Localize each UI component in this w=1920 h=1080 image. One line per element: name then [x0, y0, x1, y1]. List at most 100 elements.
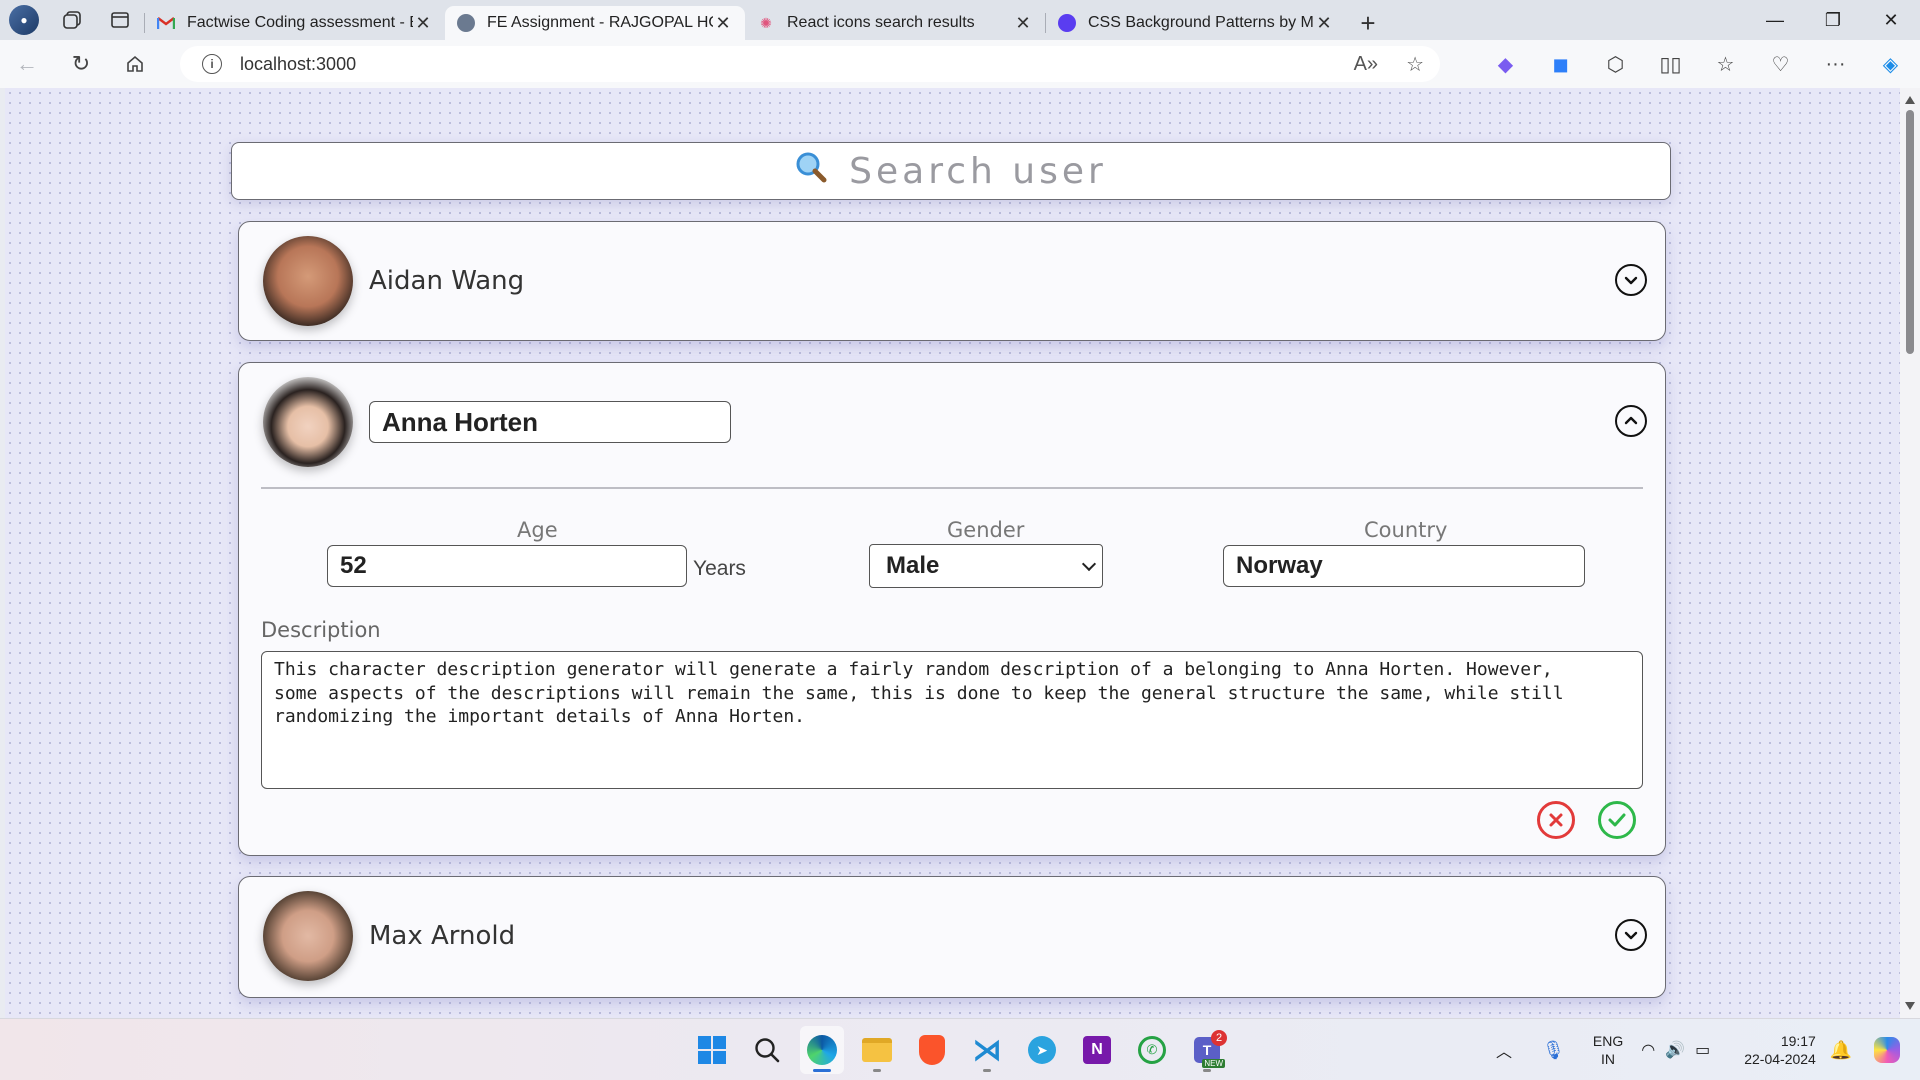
taskbar-apps: ⋊ ➤ N ✆ T 2 NEW: [690, 1019, 1229, 1080]
running-indicator: [983, 1069, 991, 1072]
favorites-icon[interactable]: ☆: [1698, 52, 1753, 77]
favorite-star-icon[interactable]: ☆: [1406, 52, 1424, 77]
close-tab-icon[interactable]: ✕: [713, 13, 733, 34]
page-scrollbar[interactable]: [1900, 88, 1920, 1018]
react-icon: ✺: [760, 14, 772, 31]
telegram-icon: ➤: [1028, 1036, 1056, 1064]
age-input[interactable]: 52: [327, 545, 687, 587]
microphone-icon[interactable]: 🎙: [1542, 1040, 1565, 1061]
tab-css-patterns[interactable]: CSS Background Patterns by Ma ✕: [1046, 6, 1346, 40]
teams-new-tag: NEW: [1202, 1059, 1225, 1068]
scroll-up-arrow-icon[interactable]: [1905, 96, 1915, 104]
time: 19:17: [1780, 1033, 1816, 1049]
running-indicator: [1203, 1069, 1211, 1072]
clock[interactable]: 19:17 22-04-2024: [1744, 1032, 1816, 1068]
copilot-taskbar-icon[interactable]: [1874, 1037, 1901, 1063]
search-icon: [795, 151, 827, 191]
vertical-tabs-button[interactable]: [96, 0, 144, 40]
scroll-down-arrow-icon[interactable]: [1905, 1002, 1915, 1010]
brave-app[interactable]: [910, 1026, 954, 1074]
new-tab-button[interactable]: +: [1346, 6, 1390, 40]
onenote-icon: N: [1083, 1036, 1111, 1064]
whatsapp-app[interactable]: ✆: [1130, 1026, 1174, 1074]
file-explorer-app[interactable]: [855, 1026, 899, 1074]
active-indicator: [813, 1069, 831, 1072]
close-tab-icon[interactable]: ✕: [1013, 13, 1033, 34]
gmail-icon: [157, 14, 175, 32]
address-bar[interactable]: i localhost:3000 A» ☆: [180, 46, 1440, 82]
browser-essentials-icon[interactable]: ♡: [1753, 52, 1808, 77]
check-circle-icon: [1608, 813, 1626, 827]
tab-react-icons[interactable]: ✺ React icons search results ✕: [745, 6, 1045, 40]
edge-app[interactable]: [800, 1026, 844, 1074]
vscode-icon: ⋊: [972, 1033, 1002, 1067]
copilot-icon[interactable]: ◈: [1863, 52, 1918, 77]
search-placeholder: Search user: [849, 150, 1107, 192]
country-input[interactable]: Norway: [1223, 545, 1585, 587]
age-label: Age: [517, 518, 558, 542]
vscode-app[interactable]: ⋊: [965, 1026, 1009, 1074]
expand-chevron-button[interactable]: [1615, 919, 1647, 951]
cancel-button[interactable]: [1537, 801, 1575, 839]
notifications-bell-icon[interactable]: 🔔: [1830, 1040, 1852, 1061]
windows-taskbar: ⋊ ➤ N ✆ T 2 NEW ︿ 🎙 ENG IN ◠ 🔊 ▭ 19:17 2…: [0, 1018, 1920, 1080]
expand-chevron-button[interactable]: [1615, 264, 1647, 296]
back-button[interactable]: ←: [0, 40, 54, 88]
name-input-value: Anna Horten: [382, 406, 538, 437]
chevron-up-icon: [1624, 416, 1638, 425]
refresh-button[interactable]: ↻: [54, 40, 108, 88]
window-controls: — ❐ ✕: [1746, 0, 1920, 40]
description-textarea[interactable]: This character description generator wil…: [261, 651, 1643, 789]
name-input[interactable]: Anna Horten: [369, 401, 731, 443]
tab-fe-assignment[interactable]: FE Assignment - RAJGOPAL HOT/ ✕: [445, 6, 745, 40]
workspaces-button[interactable]: [48, 0, 96, 40]
folder-icon: [862, 1038, 892, 1062]
page-viewport: Search user Aidan Wang Anna Horten Age 5…: [5, 88, 1900, 1018]
volume-icon[interactable]: 🔊: [1665, 1040, 1685, 1060]
back-arrow-icon: ←: [16, 51, 38, 76]
user-card-anna-horten: Anna Horten Age 52 Years Gender Male Cou…: [238, 362, 1666, 856]
windows-logo-icon: [698, 1036, 726, 1064]
gender-label: Gender: [947, 518, 1025, 542]
country-value: Norway: [1236, 552, 1323, 579]
more-options-icon[interactable]: ···: [1808, 53, 1863, 76]
teams-app[interactable]: T 2 NEW: [1185, 1026, 1229, 1074]
whatsapp-icon: ✆: [1138, 1036, 1166, 1064]
close-circle-icon: [1549, 813, 1563, 827]
minimize-button[interactable]: —: [1746, 0, 1804, 40]
wifi-icon[interactable]: ◠: [1641, 1040, 1655, 1060]
scrollbar-thumb[interactable]: [1906, 110, 1914, 354]
language-indicator[interactable]: ENG IN: [1593, 1032, 1623, 1068]
collapse-chevron-button[interactable]: [1615, 405, 1647, 437]
split-screen-icon[interactable]: ▯▯: [1643, 52, 1698, 77]
close-tab-icon[interactable]: ✕: [1314, 13, 1334, 34]
onenote-app[interactable]: N: [1075, 1026, 1119, 1074]
extension-blue-icon[interactable]: ◼: [1533, 52, 1588, 77]
telegram-app[interactable]: ➤: [1020, 1026, 1064, 1074]
restore-button[interactable]: ❐: [1804, 0, 1862, 40]
gender-select[interactable]: Male: [869, 544, 1103, 588]
search-taskbar-button[interactable]: [745, 1026, 789, 1074]
battery-icon[interactable]: ▭: [1695, 1040, 1710, 1060]
search-bar[interactable]: Search user: [231, 142, 1671, 200]
avatar: [263, 236, 353, 326]
avatar: [263, 377, 353, 467]
site-info-icon[interactable]: i: [202, 54, 222, 74]
tab-title: CSS Background Patterns by Ma: [1088, 14, 1314, 31]
date: 22-04-2024: [1744, 1051, 1816, 1067]
tab-actions-icon: [111, 12, 129, 28]
save-button[interactable]: [1598, 801, 1636, 839]
start-button[interactable]: [690, 1026, 734, 1074]
extensions-puzzle-icon[interactable]: ⬡: [1588, 52, 1643, 77]
extension-flame-icon[interactable]: ◆: [1478, 52, 1533, 77]
read-aloud-icon[interactable]: A»: [1354, 53, 1378, 76]
tab-factwise[interactable]: Factwise Coding assessment - Ba ✕: [145, 6, 445, 40]
show-hidden-icons-chevron-icon[interactable]: ︿: [1496, 1038, 1512, 1062]
age-value: 52: [340, 552, 367, 579]
close-window-button[interactable]: ✕: [1862, 0, 1920, 40]
profile-button[interactable]: ●: [0, 0, 48, 40]
user-name: Aidan Wang: [369, 266, 525, 296]
close-tab-icon[interactable]: ✕: [413, 13, 433, 34]
refresh-icon: ↻: [71, 51, 91, 76]
home-button[interactable]: [108, 40, 162, 88]
